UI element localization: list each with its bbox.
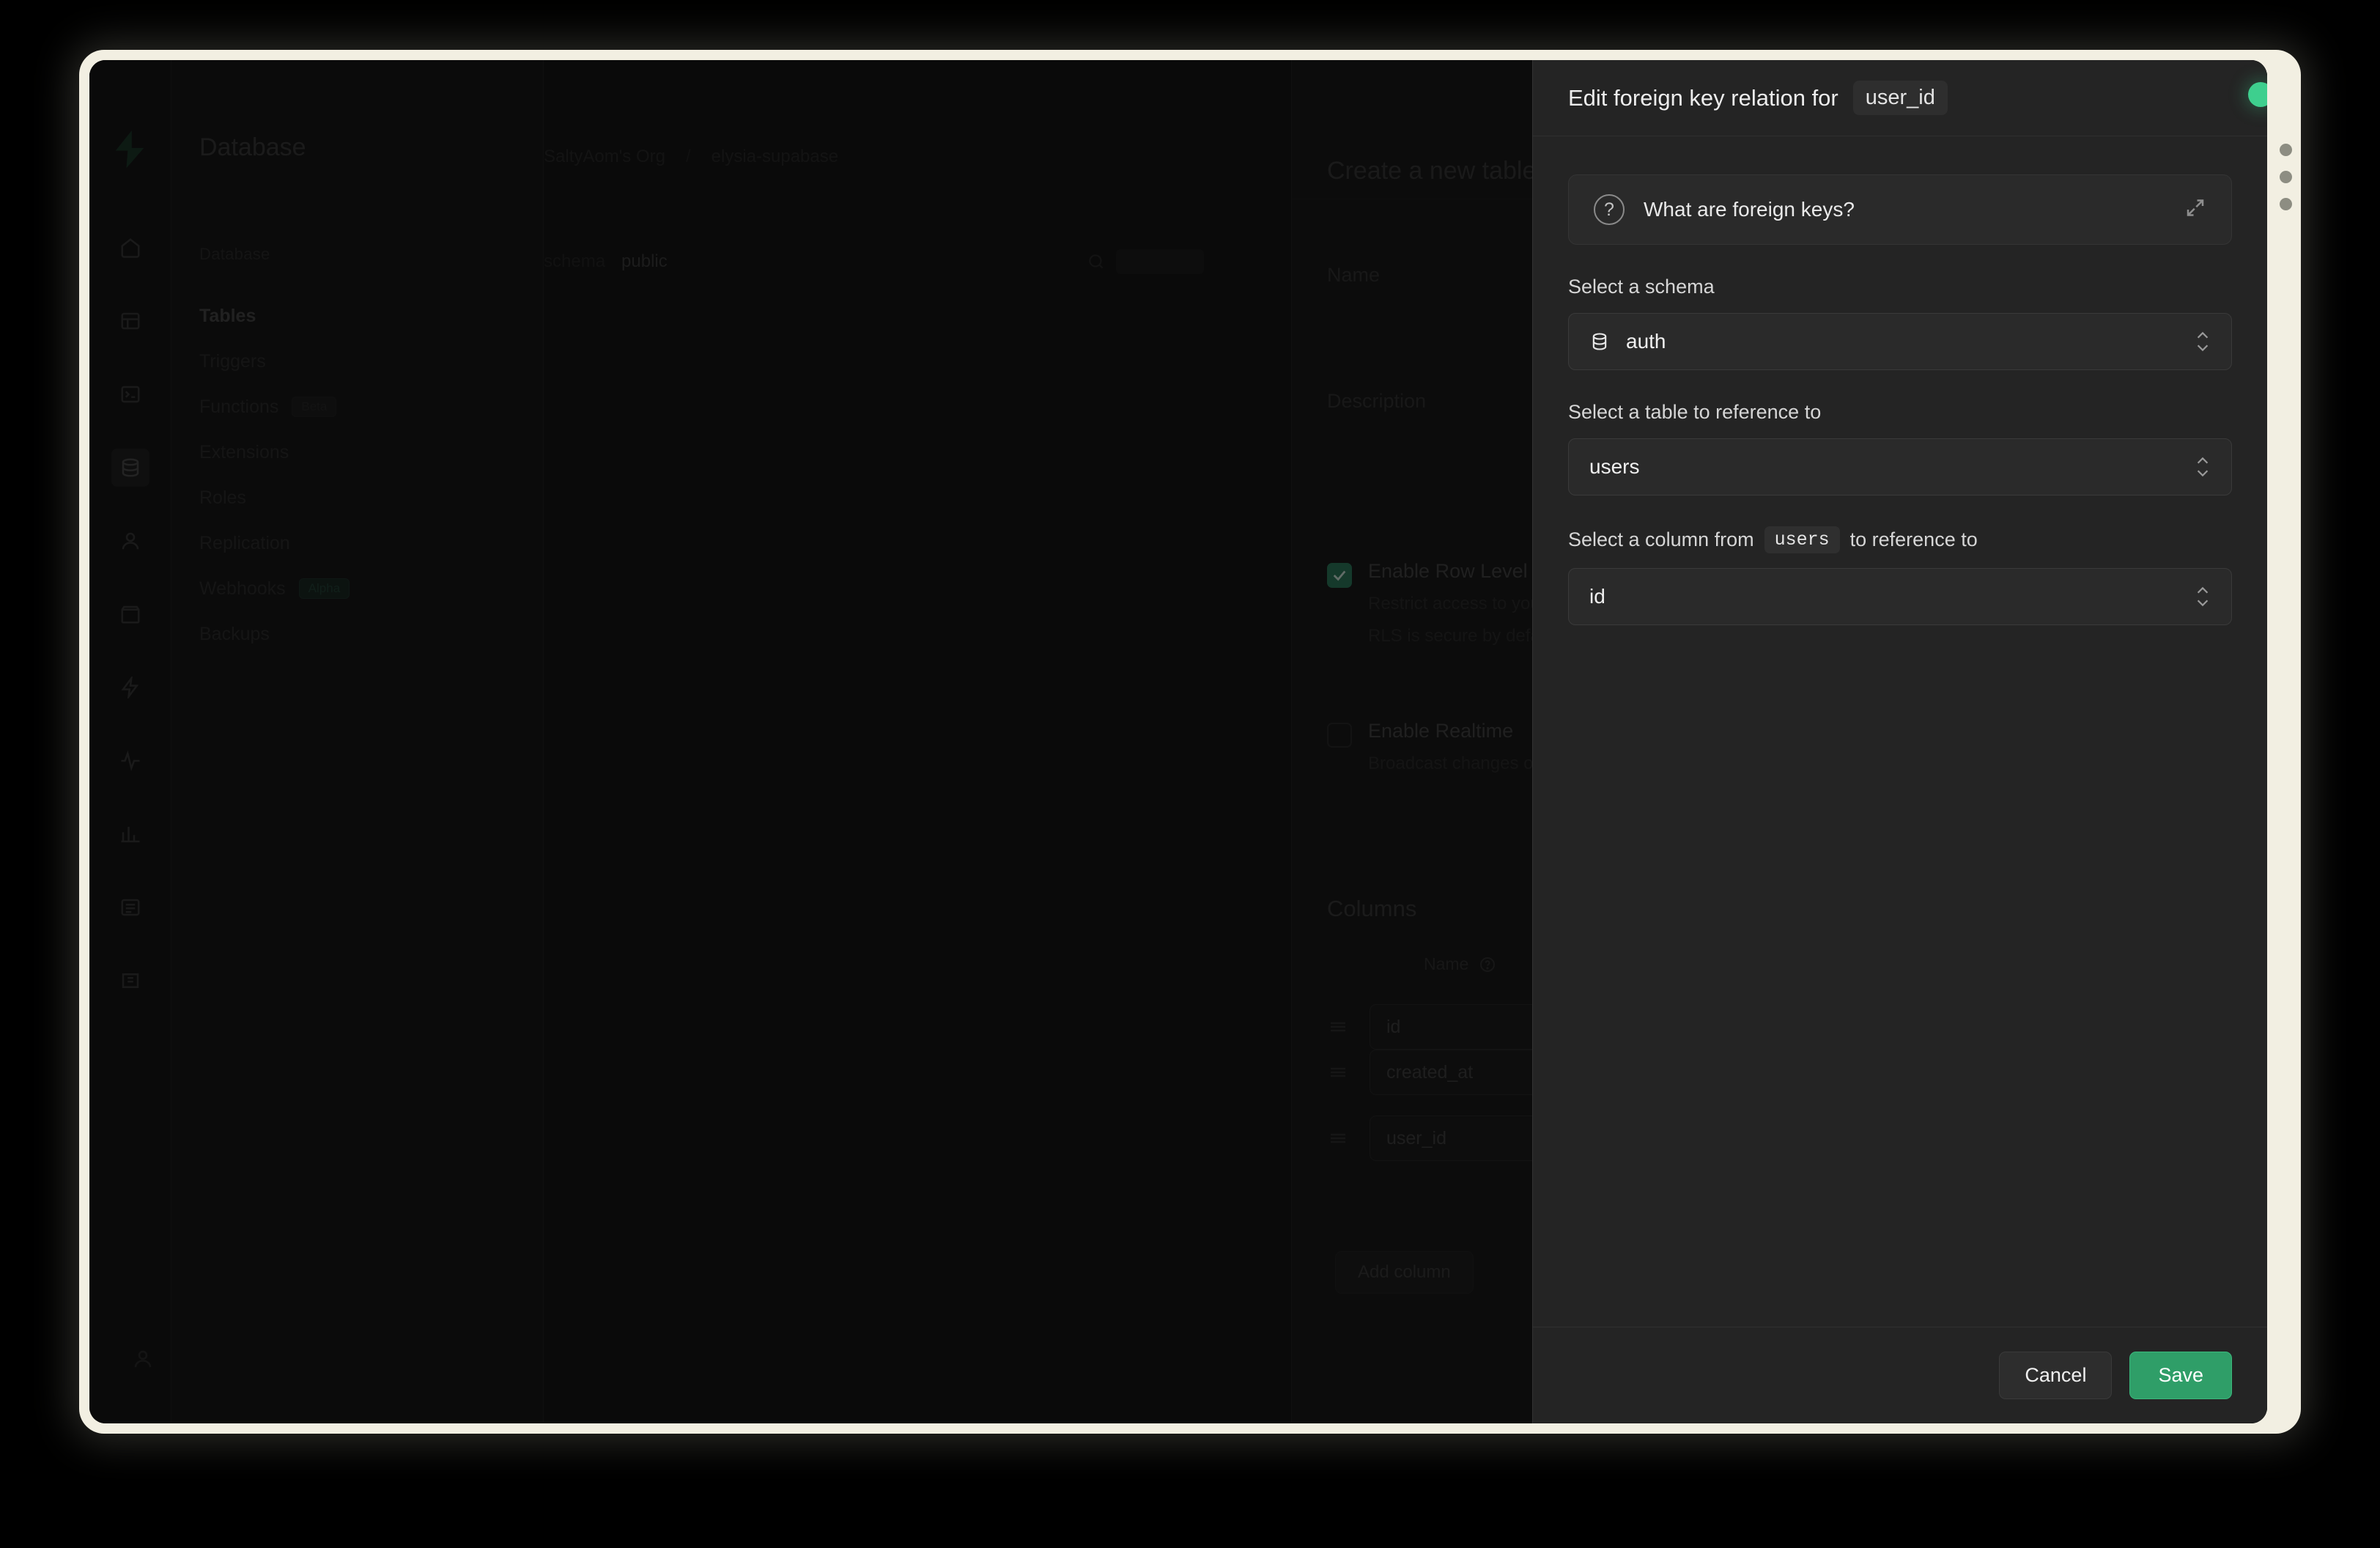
foreign-keys-info-text: What are foreign keys? bbox=[1644, 198, 1855, 221]
screen: Database Database Tables Triggers Functi… bbox=[89, 60, 2267, 1423]
schema-select-value: auth bbox=[1626, 330, 1666, 353]
frame-dot bbox=[2280, 171, 2292, 183]
schema-field: Select a schema auth bbox=[1568, 276, 2232, 370]
foreign-key-panel: Edit foreign key relation for user_id ? … bbox=[1532, 60, 2267, 1423]
column-field: Select a column from users to reference … bbox=[1568, 526, 2232, 625]
database-icon bbox=[1589, 331, 1610, 352]
cancel-button[interactable]: Cancel bbox=[1999, 1352, 2113, 1399]
chevron-updown-icon bbox=[2195, 457, 2211, 478]
column-field-label-chip: users bbox=[1764, 526, 1840, 553]
table-field-label: Select a table to reference to bbox=[1568, 401, 1822, 423]
schema-select[interactable]: auth bbox=[1568, 313, 2232, 370]
foreign-key-panel-header: Edit foreign key relation for user_id bbox=[1533, 60, 2267, 136]
frame-dot bbox=[2280, 144, 2292, 156]
schema-field-label: Select a schema bbox=[1568, 276, 1715, 298]
question-mark-icon: ? bbox=[1594, 194, 1625, 225]
foreign-key-panel-title-chip: user_id bbox=[1852, 81, 1948, 115]
chevron-updown-icon bbox=[2195, 586, 2211, 608]
expand-diagonal-icon[interactable] bbox=[2184, 197, 2206, 223]
save-button[interactable]: Save bbox=[2129, 1352, 2232, 1399]
foreign-key-panel-body: ? What are foreign keys? Select a schema… bbox=[1533, 136, 2267, 1327]
frame-side-dots bbox=[2280, 144, 2292, 210]
foreign-key-panel-footer: Cancel Save bbox=[1533, 1327, 2267, 1423]
device-frame: Database Database Tables Triggers Functi… bbox=[79, 50, 2301, 1434]
column-field-label-prefix: Select a column from bbox=[1568, 528, 1754, 550]
column-field-label-suffix: to reference to bbox=[1849, 528, 1978, 550]
status-indicator-dot bbox=[2248, 82, 2267, 107]
table-select-value: users bbox=[1589, 455, 1640, 478]
column-field-label: Select a column from users to reference … bbox=[1568, 526, 2232, 553]
table-select[interactable]: users bbox=[1568, 438, 2232, 495]
chevron-updown-icon bbox=[2195, 331, 2211, 353]
column-select-value: id bbox=[1589, 585, 1605, 608]
foreign-keys-info-card[interactable]: ? What are foreign keys? bbox=[1568, 174, 2232, 245]
frame-dot bbox=[2280, 198, 2292, 210]
column-select[interactable]: id bbox=[1568, 568, 2232, 625]
table-field: Select a table to reference to users bbox=[1568, 401, 2232, 495]
foreign-key-panel-title: Edit foreign key relation for bbox=[1568, 84, 1838, 111]
